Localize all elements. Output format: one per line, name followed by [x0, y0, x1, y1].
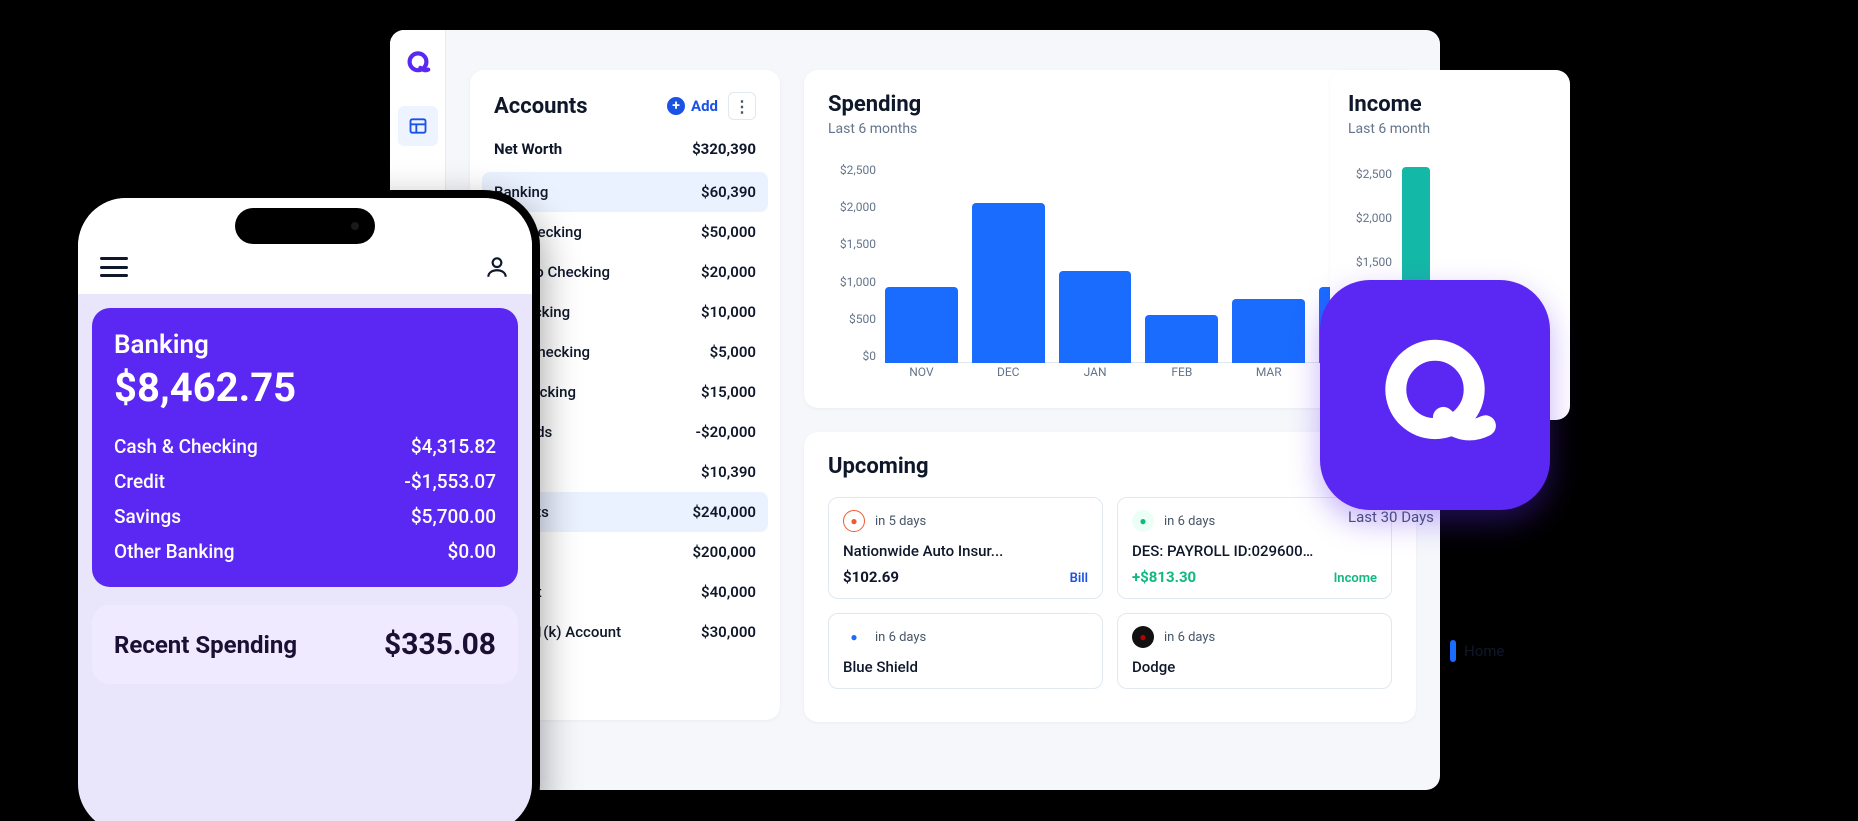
banking-row-value: $4,315.82 [411, 435, 496, 458]
upcoming-amount: +$813.30 [1132, 568, 1196, 586]
upcoming-name: Nationwide Auto Insur... [843, 542, 1088, 560]
upcoming-tag: Bill [1070, 571, 1088, 586]
phone-notch [235, 208, 375, 244]
account-value: $30,000 [701, 623, 756, 641]
account-value: $10,000 [701, 303, 756, 321]
recent-spending-title: Recent Spending [114, 631, 297, 659]
account-value: $5,000 [710, 343, 756, 361]
spending-subtitle: Last 6 months [828, 121, 1392, 137]
upcoming-title: Upcoming [828, 454, 929, 479]
account-value: $240,000 [692, 503, 756, 521]
upcoming-when: in 6 days [875, 630, 926, 645]
upcoming-name: Blue Shield [843, 658, 1088, 676]
merchant-icon: ● [1132, 510, 1154, 532]
plus-icon: + [667, 97, 685, 115]
banking-row: Savings $5,700.00 [114, 505, 496, 528]
account-value: $200,000 [692, 543, 756, 561]
spending-y-axis: $2,500$2,000$1,500$1,000$500$0 [828, 163, 884, 383]
upcoming-when: in 5 days [875, 514, 926, 529]
spending-bar [1145, 315, 1218, 363]
desktop-content: Accounts + Add ⋮ Net Worth $320,390 Bank… [446, 30, 1440, 790]
upcoming-name: DES: PAYROLL ID:029600… [1132, 542, 1377, 560]
account-row[interactable]: Banking$60,390 [482, 172, 768, 212]
profile-icon[interactable] [484, 254, 510, 280]
phone-frame: Banking $8,462.75 Cash & Checking $4,315.… [70, 190, 540, 821]
accounts-title: Accounts [494, 94, 588, 119]
account-value: $20,000 [701, 263, 756, 281]
banking-row-label: Savings [114, 505, 181, 528]
spending-bar [885, 287, 958, 363]
upcoming-tag: Income [1334, 571, 1377, 586]
networth-label: Net Worth [494, 140, 562, 158]
banking-row-value: -$1,553.07 [404, 470, 496, 493]
merchant-icon: ● [843, 626, 865, 648]
upcoming-name: Dodge [1132, 658, 1377, 676]
home-legend-label: Home [1464, 642, 1504, 660]
banking-row: Credit -$1,553.07 [114, 470, 496, 493]
spending-chart: $2,500$2,000$1,500$1,000$500$0 NOVDECJAN… [828, 163, 1392, 383]
account-value: $15,000 [701, 383, 756, 401]
spending-x-axis: NOVDECJANFEBMARAPR [885, 365, 1392, 383]
banking-total: $8,462.75 [114, 364, 496, 411]
upcoming-list: ● in 5 days Nationwide Auto Insur... $102.6… [828, 497, 1392, 689]
upcoming-amount: $102.69 [843, 568, 899, 586]
merchant-icon: ● [1132, 626, 1154, 648]
upcoming-when: in 6 days [1164, 514, 1215, 529]
banking-row-label: Cash & Checking [114, 435, 258, 458]
menu-icon[interactable] [100, 257, 128, 277]
spending-bar [1232, 299, 1305, 363]
income-title: Income [1348, 92, 1552, 117]
banking-row: Other Banking $0.00 [114, 540, 496, 563]
app-icon [1320, 280, 1550, 510]
add-account-button[interactable]: + Add [667, 97, 718, 115]
banking-title: Banking [114, 330, 496, 360]
upcoming-item[interactable]: ● in 6 days Dodge [1117, 613, 1392, 689]
recent-spending-amount: $335.08 [384, 627, 496, 662]
income-subtitle: Last 6 month [1348, 121, 1552, 137]
more-menu-button[interactable]: ⋮ [728, 92, 756, 120]
add-label: Add [691, 97, 718, 115]
home-swatch [1450, 640, 1456, 662]
q-logo-icon [403, 48, 433, 78]
banking-row-value: $0.00 [448, 540, 496, 563]
banking-row: Cash & Checking $4,315.82 [114, 435, 496, 458]
home-legend: Home [1450, 640, 1504, 662]
upcoming-item[interactable]: ● in 5 days Nationwide Auto Insur... $102.6… [828, 497, 1103, 599]
merchant-icon: ● [843, 510, 865, 532]
banking-row-label: Credit [114, 470, 165, 493]
account-value: -$20,000 [696, 423, 756, 441]
banking-row-value: $5,700.00 [411, 505, 496, 528]
account-value: $60,390 [701, 183, 756, 201]
spending-bar [972, 203, 1045, 363]
networth-value: $320,390 [692, 140, 756, 158]
banking-rows: Cash & Checking $4,315.82 Credit -$1,553.07… [114, 435, 496, 563]
spending-bar [1059, 271, 1132, 363]
account-value: $50,000 [701, 223, 756, 241]
upcoming-when: in 6 days [1164, 630, 1215, 645]
dashboard-icon[interactable] [398, 106, 438, 146]
spending-bars [885, 163, 1392, 363]
upcoming-item[interactable]: ● in 6 days Blue Shield [828, 613, 1103, 689]
account-value: $40,000 [701, 583, 756, 601]
recent-spending-card[interactable]: Recent Spending $335.08 [92, 605, 518, 684]
spending-title: Spending [828, 92, 1392, 117]
banking-row-label: Other Banking [114, 540, 235, 563]
account-value: $10,390 [701, 463, 756, 481]
desktop-window: Accounts + Add ⋮ Net Worth $320,390 Bank… [390, 30, 1440, 790]
income-period-label: Last 30 Days [1348, 508, 1434, 526]
banking-summary-card[interactable]: Banking $8,462.75 Cash & Checking $4,315.… [92, 308, 518, 587]
